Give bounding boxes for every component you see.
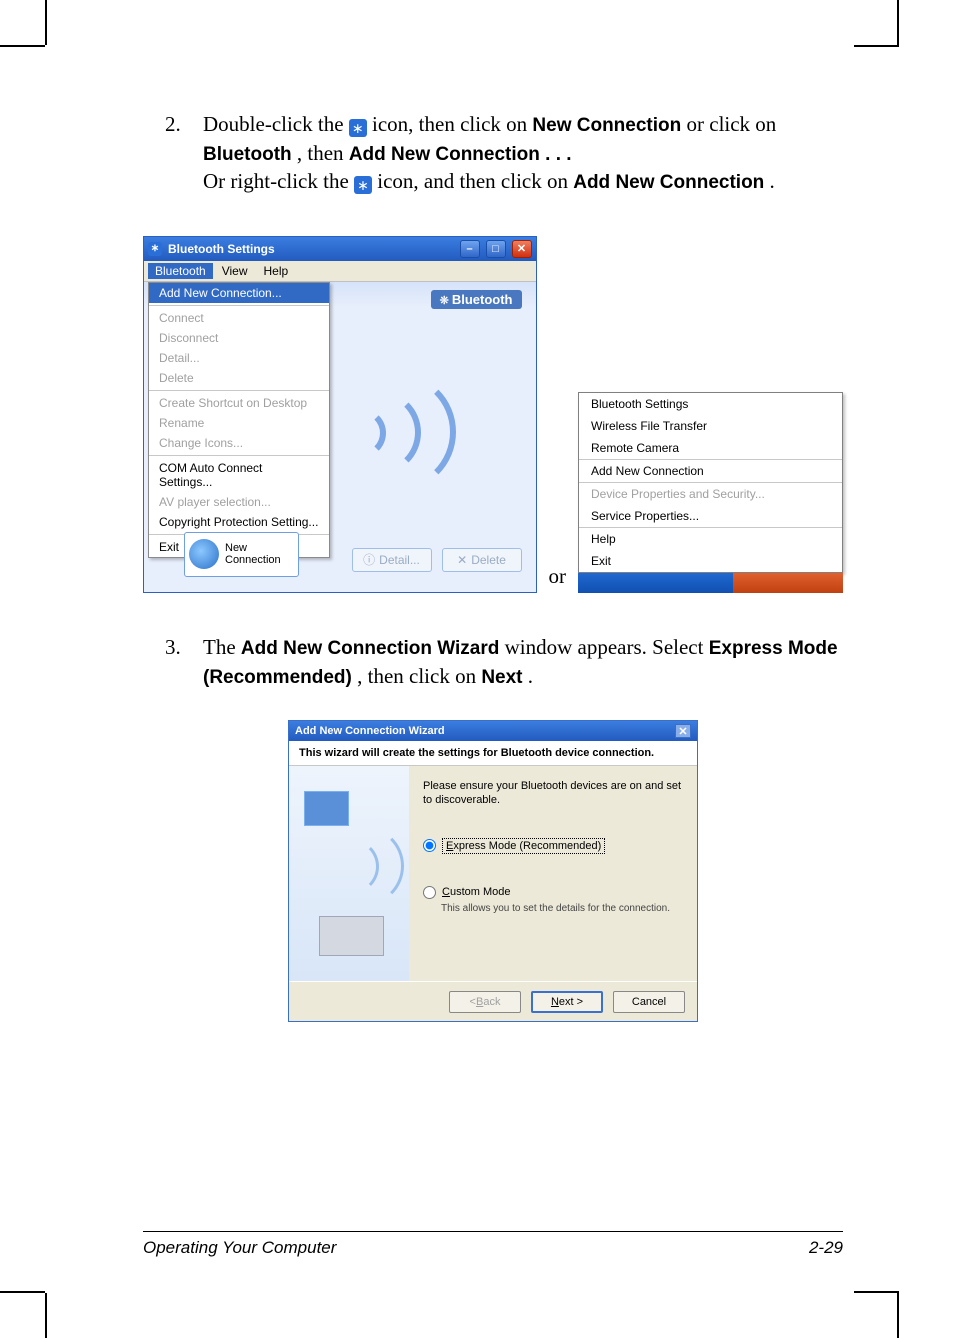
- bold: Bluetooth: [203, 144, 292, 165]
- wizard-footer: < Back Next > Cancel: [289, 981, 697, 1021]
- step-body: Double-click the ∗ icon, then click on N…: [203, 110, 843, 196]
- window-title: Bluetooth Settings: [168, 242, 275, 256]
- info-icon: ⓘ: [363, 551, 375, 568]
- maximize-button[interactable]: □: [486, 240, 506, 258]
- cancel-button[interactable]: Cancel: [613, 991, 685, 1013]
- wizard-dialog: Add New Connection Wizard ✕ This wizard …: [288, 720, 698, 1022]
- minimize-button[interactable]: –: [460, 240, 480, 258]
- bluetooth-icon: ∗: [354, 176, 372, 194]
- dd-av-player: AV player selection...: [149, 492, 329, 512]
- window-titlebar[interactable]: ∗ Bluetooth Settings – □ ✕: [144, 237, 536, 261]
- ctx-wireless-file-transfer[interactable]: Wireless File Transfer: [579, 415, 842, 437]
- menu-bluetooth[interactable]: Bluetooth: [148, 263, 213, 279]
- taskbar: [578, 573, 843, 593]
- ctx-help[interactable]: Help: [579, 528, 842, 550]
- page-content: 2. Double-click the ∗ icon, then click o…: [143, 110, 843, 1022]
- bluetooth-icon: ∗: [148, 242, 162, 256]
- dd-delete: Delete: [149, 368, 329, 388]
- bluetooth-dropdown-menu: Add New Connection... Connect Disconnect…: [148, 282, 330, 558]
- step-2: 2. Double-click the ∗ icon, then click o…: [143, 110, 843, 196]
- dd-disconnect: Disconnect: [149, 328, 329, 348]
- step-body: The Add New Connection Wizard window app…: [203, 633, 843, 690]
- menu-view[interactable]: View: [215, 263, 255, 279]
- ctx-bluetooth-settings[interactable]: Bluetooth Settings: [579, 393, 842, 415]
- wizard-titlebar[interactable]: Add New Connection Wizard ✕: [289, 721, 697, 741]
- footer-left: Operating Your Computer: [143, 1238, 336, 1258]
- bold: Add New Connection Wizard: [241, 638, 499, 659]
- text: Or right-click the: [203, 169, 354, 193]
- footer-right: 2-29: [809, 1238, 843, 1258]
- text: , then: [297, 141, 349, 165]
- bluetooth-icon: ∗: [349, 119, 367, 137]
- bold: Next: [481, 667, 522, 688]
- detail-button: ⓘ Detail...: [352, 548, 432, 572]
- custom-mode-desc: This allows you to set the details for t…: [441, 903, 683, 914]
- window-body: ❊ Bluetooth Add New Connection... Connec…: [144, 282, 536, 592]
- text: or click on: [687, 112, 777, 136]
- signal-icon: [189, 539, 219, 569]
- ctx-remote-camera[interactable]: Remote Camera: [579, 437, 842, 459]
- bold: New Connection: [532, 115, 681, 136]
- dd-shortcut: Create Shortcut on Desktop: [149, 393, 329, 413]
- wizard-illustration: [289, 766, 409, 981]
- context-menu: Bluetooth Settings Wireless File Transfe…: [578, 392, 843, 573]
- step-num: 2.: [143, 110, 203, 196]
- wizard-hint: Please ensure your Bluetooth devices are…: [423, 780, 683, 808]
- radio-custom-mode[interactable]: Custom Mode: [423, 886, 683, 899]
- menubar: Bluetooth View Help: [144, 261, 536, 282]
- system-tray: [733, 573, 843, 593]
- bluetooth-settings-window: ∗ Bluetooth Settings – □ ✕ Bluetooth Vie…: [143, 236, 537, 593]
- text: icon, then click on: [372, 112, 532, 136]
- bluetooth-brand-badge: ❊ Bluetooth: [431, 290, 522, 309]
- text: Double-click the: [203, 112, 349, 136]
- delete-button: ✕ Delete: [442, 548, 522, 572]
- wizard-banner: This wizard will create the settings for…: [289, 741, 697, 766]
- radio-input[interactable]: [423, 839, 436, 852]
- bold: Add New Connection: [573, 172, 764, 193]
- text: .: [770, 169, 775, 193]
- text: .: [528, 664, 533, 688]
- step-num: 3.: [143, 633, 203, 690]
- wizard-options: Please ensure your Bluetooth devices are…: [409, 766, 697, 981]
- dd-add-new-connection[interactable]: Add New Connection...: [149, 283, 329, 303]
- dd-icons: Change Icons...: [149, 433, 329, 453]
- radio-input[interactable]: [423, 886, 436, 899]
- text: , then click on: [357, 664, 481, 688]
- dd-connect: Connect: [149, 308, 329, 328]
- or-text: or: [549, 564, 567, 593]
- new-connection-label: NewConnection: [225, 542, 281, 566]
- dd-copyright[interactable]: Copyright Protection Setting...: [149, 512, 329, 532]
- ctx-add-new-connection[interactable]: Add New Connection: [579, 460, 842, 482]
- next-button[interactable]: Next >: [531, 991, 603, 1013]
- dd-com-settings[interactable]: COM Auto Connect Settings...: [149, 458, 329, 492]
- radio-express-mode[interactable]: Express Mode (Recommended): [423, 838, 683, 854]
- text: icon, and then click on: [377, 169, 573, 193]
- back-button: < Back: [449, 991, 521, 1013]
- signal-icon: [336, 372, 466, 492]
- wizard-body: Please ensure your Bluetooth devices are…: [289, 766, 697, 981]
- figures-row: ∗ Bluetooth Settings – □ ✕ Bluetooth Vie…: [143, 236, 843, 593]
- dd-rename: Rename: [149, 413, 329, 433]
- bold: Add New Connection . . .: [349, 144, 572, 165]
- page-footer: Operating Your Computer 2-29: [143, 1231, 843, 1258]
- menu-help[interactable]: Help: [257, 263, 296, 279]
- delete-icon: ✕: [457, 553, 467, 567]
- ctx-exit[interactable]: Exit: [579, 550, 842, 572]
- text: The: [203, 635, 241, 659]
- context-menu-figure: Bluetooth Settings Wireless File Transfe…: [578, 392, 843, 593]
- step-3: 3. The Add New Connection Wizard window …: [143, 633, 843, 690]
- ctx-service-properties[interactable]: Service Properties...: [579, 505, 842, 527]
- close-button[interactable]: ✕: [675, 724, 691, 738]
- text: window appears. Select: [505, 635, 709, 659]
- close-button[interactable]: ✕: [512, 240, 532, 258]
- dd-detail: Detail...: [149, 348, 329, 368]
- new-connection-button[interactable]: NewConnection: [184, 532, 299, 577]
- wizard-title: Add New Connection Wizard: [295, 725, 445, 737]
- ctx-device-properties: Device Properties and Security...: [579, 483, 842, 505]
